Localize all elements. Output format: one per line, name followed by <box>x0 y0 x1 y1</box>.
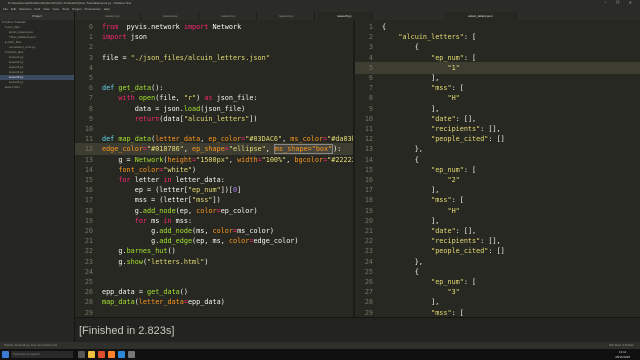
editor-left-pane[interactable]: 0 from pyvis.network import Network 1 impor… <box>75 20 353 317</box>
mail-icon[interactable] <box>118 351 125 358</box>
menu-item-project[interactable]: Project <box>72 7 81 11</box>
status-right[interactable]: Tab Size: 4 Python <box>609 342 634 349</box>
tab[interactable]: lesson5.py <box>317 12 373 20</box>
menu-item-goto[interactable]: Goto <box>53 7 60 11</box>
menu-item-file[interactable]: File <box>3 7 8 11</box>
line-number: 29 <box>364 308 373 317</box>
taskbar-clock[interactable]: 13:11 28/11/2018 <box>615 350 630 359</box>
code-text: "mss": [ <box>382 308 464 317</box>
tab[interactable]: lesson1.py <box>85 12 141 20</box>
code-line[interactable]: 29 <box>75 307 353 317</box>
line-number: 29 <box>84 308 93 317</box>
menu-item-find[interactable]: Find <box>34 7 40 11</box>
tab-bar: lesson1.py lesson2.py lesson3.py lesson4.py… <box>75 12 640 20</box>
menu-item-selection[interactable]: Selection <box>19 7 31 11</box>
windows-start-icon[interactable] <box>2 351 9 358</box>
tab[interactable]: lesson3.py <box>201 12 257 20</box>
menu-item-preferences[interactable]: Preferences <box>85 7 101 11</box>
task-view-icon[interactable] <box>78 351 85 358</box>
menu-item-help[interactable]: Help <box>104 7 110 11</box>
menu-item-tools[interactable]: Tools <box>62 7 69 11</box>
browser-icon[interactable] <box>98 351 105 358</box>
taskbar: Type here to search 13:11 28/11/2018 <box>0 349 640 360</box>
clock-date: 28/11/2018 <box>615 354 630 359</box>
tab[interactable]: lesson2.py <box>143 12 199 20</box>
file-explorer-icon[interactable] <box>88 351 95 358</box>
project-sidebar: Project ▾ Python Tutorials ▾ json_files al… <box>0 12 75 342</box>
build-output-text: [Finished in 2.823s] <box>79 325 175 337</box>
sublime-text-icon[interactable] <box>108 351 115 358</box>
menu-item-view[interactable]: View <box>43 7 49 11</box>
sidebar-header: Project <box>0 12 74 20</box>
tab[interactable]: lesson4.py <box>259 12 315 20</box>
tab[interactable]: alcuin_letters.json <box>445 12 517 20</box>
status-bar: Python, lesson5.py, Line 14, Column 14 T… <box>0 342 640 349</box>
build-output-panel: [Finished in 2.823s] <box>75 317 640 342</box>
status-left: Python, lesson5.py, Line 14, Column 14 <box>4 343 57 347</box>
taskbar-search[interactable]: Type here to search <box>11 351 73 358</box>
code-line[interactable]: 29 "mss": [ <box>355 307 640 317</box>
editor-right-pane[interactable]: 1{2 "alcuin_letters": [3 {4 "ep_num": [5… <box>355 20 640 317</box>
terminal-icon[interactable] <box>128 351 135 358</box>
sidebar-item[interactable]: letters.html <box>0 85 74 90</box>
menu-item-edit[interactable]: Edit <box>11 7 16 11</box>
